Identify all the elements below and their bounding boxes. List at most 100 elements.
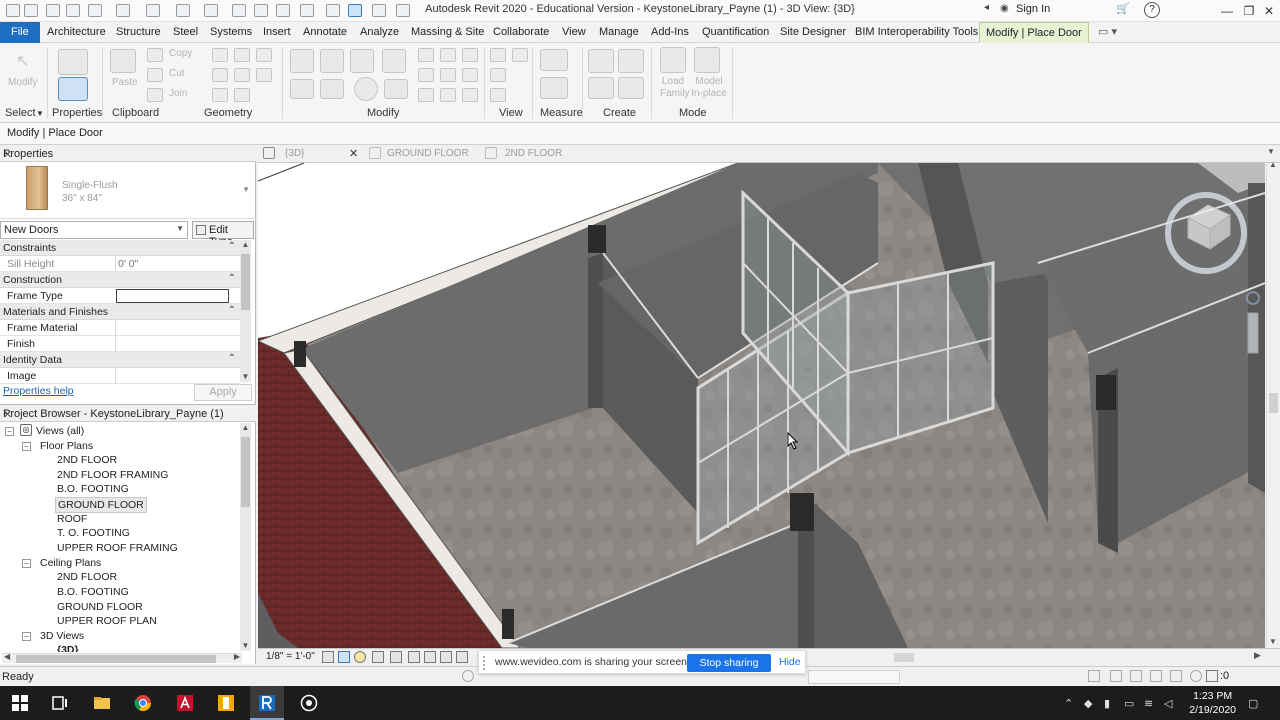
collapse-toggle-icon[interactable]: − <box>22 632 31 641</box>
browser-scrollbar[interactable]: ▲ ▼ <box>240 423 251 651</box>
browser-hscroll-thumb[interactable] <box>16 655 216 663</box>
view-tab-ground-floor[interactable]: GROUND FLOOR <box>369 147 469 163</box>
demolish-icon[interactable] <box>256 68 272 82</box>
array-icon[interactable] <box>418 68 434 82</box>
create-assembly-icon[interactable] <box>618 77 644 99</box>
linework-icon[interactable] <box>490 68 506 82</box>
tab-massing-site[interactable]: Massing & Site <box>409 22 486 43</box>
select-pinned-icon[interactable] <box>1130 670 1142 682</box>
view-scale[interactable]: 1/8" = 1'-0" <box>266 651 315 662</box>
help-icon[interactable]: ? <box>1144 2 1160 18</box>
instance-dropdown-icon[interactable]: ▼ <box>176 224 184 233</box>
infocenter-arrow-icon[interactable]: ◂ <box>984 2 994 15</box>
tree-views-all[interactable]: Views (all) <box>36 425 84 437</box>
tab-view[interactable]: View <box>560 22 588 43</box>
group-identity[interactable]: Identity Data ⌃ <box>0 352 240 368</box>
create-similar-icon[interactable] <box>588 49 614 73</box>
apply-button[interactable]: Apply <box>194 384 252 401</box>
delete-icon[interactable] <box>440 88 456 102</box>
type-properties-icon[interactable] <box>58 49 88 75</box>
tree-ceiling-plans[interactable]: Ceiling Plans <box>40 557 101 569</box>
tree-item-floor-plan[interactable]: UPPER ROOF FRAMING <box>57 542 178 554</box>
collapse-icon[interactable]: ⌃ <box>228 241 236 252</box>
select-dropdown-icon[interactable]: ▼ <box>36 109 44 118</box>
tree-floor-plans[interactable]: Floor Plans <box>40 440 93 452</box>
properties-icon[interactable] <box>58 77 88 101</box>
remove-paint-icon[interactable] <box>234 88 250 102</box>
prop-sill-height[interactable]: Sill Height 0' 0" <box>0 256 240 272</box>
view-tab-2nd-floor[interactable]: 2ND FLOOR <box>485 147 565 163</box>
tree-item-floor-plan[interactable]: 2ND FLOOR <box>57 454 117 466</box>
notifications-icon[interactable]: ▢ <box>1248 697 1258 710</box>
load-family-icon[interactable] <box>660 47 686 73</box>
minimize-icon[interactable]: — <box>1216 2 1238 20</box>
join-icon[interactable] <box>147 88 163 102</box>
tab-site-designer[interactable]: Site Designer <box>778 22 848 43</box>
sill-height-value[interactable]: 0' 0" <box>118 258 138 270</box>
prop-finish[interactable]: Finish <box>0 336 240 352</box>
visual-style-icon[interactable] <box>338 651 350 663</box>
modify-cursor-icon[interactable]: ↖ <box>16 51 29 71</box>
group-materials[interactable]: Materials and Finishes ⌃ <box>0 304 240 320</box>
tray-expand-icon[interactable]: ⌃ <box>1064 697 1073 710</box>
render-icon[interactable] <box>390 651 402 663</box>
browser-close-icon[interactable]: ✕ <box>3 408 252 421</box>
temporary-hide-icon[interactable] <box>456 651 468 663</box>
split-icon[interactable] <box>418 48 434 62</box>
prop-image[interactable]: Image <box>0 368 240 384</box>
create-group-icon[interactable] <box>588 77 614 99</box>
background-process-icon[interactable] <box>1190 670 1202 682</box>
properties-help-link[interactable]: Properties help <box>3 385 74 397</box>
crop-view-icon[interactable] <box>408 651 420 663</box>
scroll-right-icon[interactable]: ▶ <box>1254 650 1261 661</box>
tab-architecture[interactable]: Architecture <box>45 22 108 43</box>
split-gap-icon[interactable] <box>418 88 434 102</box>
tab-annotate[interactable]: Annotate <box>301 22 349 43</box>
browser-scroll-thumb[interactable] <box>241 437 250 507</box>
tree-item-floor-plan[interactable]: T. O. FOOTING <box>57 527 130 539</box>
collapse-icon[interactable]: ⌃ <box>228 353 236 364</box>
cut-icon[interactable] <box>147 68 163 82</box>
viewport-scroll-thumb[interactable] <box>1269 393 1278 413</box>
tab-add-ins[interactable]: Add-Ins <box>649 22 691 43</box>
detail-level-icon[interactable] <box>322 651 334 663</box>
trim-icon[interactable] <box>384 79 408 99</box>
tab-manage[interactable]: Manage <box>597 22 641 43</box>
pin-icon[interactable] <box>440 48 456 62</box>
tree-item-ceiling-plan[interactable]: GROUND FLOOR <box>57 601 143 613</box>
worksets-icon[interactable] <box>462 670 474 682</box>
trim-extend-icon[interactable] <box>462 68 478 82</box>
hide-view-icon[interactable] <box>490 48 506 62</box>
file-explorer-icon[interactable] <box>93 694 111 712</box>
tab-file[interactable]: File <box>0 22 40 43</box>
battery-icon[interactable]: ▭ <box>1124 697 1134 710</box>
extend-icon[interactable] <box>462 88 478 102</box>
mirror-axis-icon[interactable] <box>350 49 374 73</box>
scroll-up-icon[interactable]: ▲ <box>240 240 251 250</box>
design-option-dropdown[interactable] <box>808 670 900 684</box>
group-construction[interactable]: Construction ⌃ <box>0 272 240 288</box>
tree-item-floor-plan-selected[interactable]: GROUND FLOOR <box>55 497 147 513</box>
paint-icon[interactable] <box>234 68 250 82</box>
scroll-up-icon[interactable]: ▲ <box>1269 160 1277 169</box>
stop-sharing-button[interactable]: Stop sharing <box>687 654 771 672</box>
tree-item-3d-view[interactable]: {3D} <box>57 644 79 652</box>
wifi-icon[interactable]: ≋ <box>1144 697 1153 710</box>
viewport-hscroll-thumb[interactable] <box>894 653 914 662</box>
dropbox-icon[interactable]: ◆ <box>1084 697 1092 710</box>
select-underlay-icon[interactable] <box>1110 670 1122 682</box>
tab-collaborate[interactable]: Collaborate <box>491 22 551 43</box>
taskbar-clock[interactable]: 1:23 PM 2/19/2020 <box>1189 689 1236 717</box>
cut-geometry-icon[interactable] <box>234 48 250 62</box>
paste-icon[interactable] <box>110 49 136 73</box>
rotate-icon[interactable] <box>354 77 378 101</box>
app-orange-icon[interactable] <box>217 694 235 712</box>
frame-type-field[interactable] <box>116 289 229 303</box>
collapse-icon[interactable]: ⌃ <box>228 305 236 316</box>
panel-select[interactable]: Select <box>5 107 36 119</box>
properties-close-icon[interactable]: ✕ <box>3 148 252 161</box>
scroll-left-icon[interactable]: ◀ <box>4 652 10 661</box>
cart-icon[interactable]: 🛒 <box>1116 2 1130 15</box>
view-tab-3d[interactable]: {3D} ✕ <box>263 147 358 163</box>
chrome-icon[interactable] <box>134 694 152 712</box>
